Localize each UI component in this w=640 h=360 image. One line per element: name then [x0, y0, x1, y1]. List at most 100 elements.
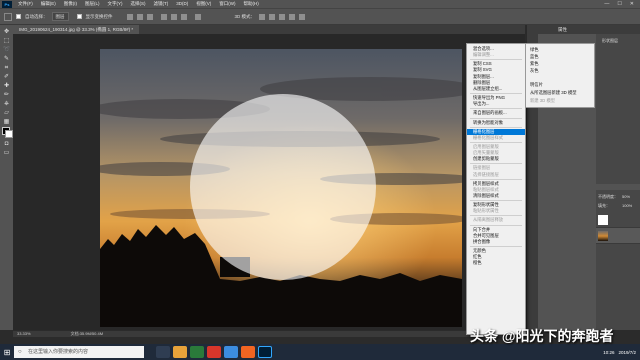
illustrator-icon[interactable]	[241, 346, 255, 358]
submenu-item[interactable]: 从所选图层新建 3D 模型	[530, 90, 577, 96]
netease-music-icon[interactable]	[207, 346, 221, 358]
crop-tool-icon[interactable]: ⌗	[3, 65, 10, 72]
options-bar: 自动选择： 图层 显示变换控件 3D 模式：	[0, 8, 640, 25]
search-icon: ○	[18, 349, 22, 355]
menu-item-6[interactable]: 滤镜(T)	[150, 1, 173, 7]
show-transform-label: 显示变换控件	[85, 13, 113, 19]
document-tab[interactable]: IMG_20190624_190314.jpg @ 33.3% (椭圆 1, R…	[13, 25, 140, 34]
watermark-text: 头条 @阳光下的奔跑者	[470, 328, 614, 344]
ellipse-shape-layer[interactable]	[190, 94, 376, 280]
auto-select-checkbox[interactable]	[16, 14, 21, 19]
tools-panel: ✥ ⬚ ➰ ✎ ⌗ ✐ ✚ ✏ ⎈ ▱ ▦ ◘ ▭	[0, 25, 14, 330]
windows-start-icon[interactable]: ⊞	[0, 344, 14, 360]
menu-item-9[interactable]: 窗口(W)	[215, 1, 239, 7]
maximize-button[interactable]: ☐	[617, 1, 621, 7]
3d-slide-icon[interactable]	[289, 13, 296, 20]
properties-panel-header: 属性	[538, 25, 640, 34]
align-top-icon[interactable]	[160, 13, 167, 20]
layer-row-photo[interactable]	[596, 228, 640, 244]
tray-time: 10:26	[603, 349, 615, 355]
align-right-icon[interactable]	[146, 13, 153, 20]
layer-context-menu: 混合选项... 编辑调整... 复制 CSS 复制 SVG 复制图层... 删除图层 从图层…	[466, 43, 526, 335]
fill-value[interactable]: 100%	[622, 203, 632, 208]
lasso-tool-icon[interactable]: ➰	[3, 47, 10, 54]
background-color-swatch[interactable]	[5, 130, 13, 138]
context-menu-item[interactable]: 导出为...	[467, 101, 525, 107]
context-menu-item: 栅格化图层样式	[473, 134, 504, 140]
menu-item-8[interactable]: 视图(V)	[192, 1, 215, 7]
context-menu-item: 选择链接图层	[473, 171, 499, 177]
menu-separator	[470, 200, 522, 202]
context-menu-item[interactable]: 转换为智能对象	[467, 120, 525, 126]
show-transform-checkbox[interactable]	[76, 14, 82, 19]
3d-roll-icon[interactable]	[269, 13, 276, 20]
context-menu-item[interactable]: 拼合图像	[467, 239, 525, 245]
context-menu-item[interactable]: 橙色	[467, 260, 525, 266]
context-menu-item[interactable]: 复制图层...	[467, 74, 525, 80]
document-tab-bar: IMG_20190624_190314.jpg @ 33.3% (椭圆 1, R…	[13, 25, 525, 34]
3d-orbit-icon[interactable]	[259, 13, 266, 20]
eyedropper-tool-icon[interactable]: ✐	[3, 74, 10, 81]
minimize-button[interactable]: —	[604, 1, 609, 7]
layers-panel: 不透明度： 50% 填充： 100%	[596, 190, 640, 330]
context-menu-item[interactable]: 从图层建立组...	[467, 86, 525, 92]
submenu-item: 新建 3D 模型	[530, 98, 556, 103]
layer-row-ellipse[interactable]	[596, 212, 640, 228]
quick-mask-icon[interactable]: ◘	[3, 141, 10, 148]
properties-panel-body: 形状图层	[596, 34, 640, 184]
distribute-icon[interactable]	[194, 13, 201, 20]
context-menu-item[interactable]: 拷贝图层样式	[467, 181, 525, 187]
align-left-icon[interactable]	[126, 13, 133, 20]
marquee-tool-icon[interactable]: ⬚	[3, 38, 10, 45]
browser-icon[interactable]	[224, 346, 238, 358]
submenu-item[interactable]: 紫色	[530, 61, 539, 67]
align-bottom-icon[interactable]	[180, 13, 187, 20]
align-center-icon[interactable]	[136, 13, 143, 20]
context-menu-item[interactable]: 合并可见图层	[467, 233, 525, 239]
photoshop-taskbar-icon[interactable]	[258, 346, 272, 358]
menu-item-7[interactable]: 3D(D)	[172, 1, 192, 7]
submenu-item[interactable]: 灰色	[530, 68, 539, 74]
move-tool-icon[interactable]	[4, 12, 12, 21]
quick-select-tool-icon[interactable]: ✎	[3, 56, 10, 63]
eraser-tool-icon[interactable]: ▱	[3, 110, 10, 117]
submenu-item[interactable]: 蓝色	[530, 54, 539, 60]
shape-layer-label: 形状图层	[602, 38, 618, 43]
menu-item-5[interactable]: 选择(S)	[127, 1, 150, 7]
move-tool-icon[interactable]: ✥	[3, 29, 10, 36]
menu-item-10[interactable]: 帮助(H)	[240, 1, 263, 7]
menu-item-2[interactable]: 图像(I)	[60, 1, 81, 7]
context-menu-item[interactable]: 创建剪贴蒙版	[467, 156, 525, 162]
context-menu-item[interactable]: 清除图层样式	[467, 193, 525, 199]
auto-select-dropdown[interactable]: 图层	[51, 12, 69, 21]
tray-date: 2019/7/2	[618, 349, 636, 355]
3d-mode-label: 3D 模式：	[234, 13, 256, 19]
healing-brush-icon[interactable]: ✚	[3, 83, 10, 90]
context-menu-item[interactable]: 向下合并	[467, 227, 525, 233]
screen-mode-icon[interactable]: ▭	[3, 150, 10, 157]
opacity-value[interactable]: 50%	[622, 194, 630, 199]
menu-item-3[interactable]: 图层(L)	[81, 1, 104, 7]
align-middle-icon[interactable]	[170, 13, 177, 20]
brush-tool-icon[interactable]: ✏	[3, 92, 10, 99]
3d-scale-icon[interactable]	[299, 13, 306, 20]
file-explorer-icon[interactable]	[173, 346, 187, 358]
clone-stamp-icon[interactable]: ⎈	[3, 101, 10, 108]
submenu-item[interactable]: 绿色	[530, 47, 539, 53]
menu-item-0[interactable]: 文件(F)	[14, 1, 37, 7]
context-menu-item[interactable]: 删除图层	[467, 80, 525, 86]
gradient-tool-icon[interactable]: ▦	[3, 119, 10, 126]
zoom-readout[interactable]: 33.33%	[17, 331, 31, 337]
menu-item-4[interactable]: 文字(Y)	[104, 1, 127, 7]
submenu-item[interactable]: 明信片	[530, 82, 543, 88]
task-view-icon[interactable]	[156, 346, 170, 358]
wechat-icon[interactable]	[190, 346, 204, 358]
context-menu-item[interactable]: 栅格化图层	[467, 128, 525, 135]
taskbar-search-box[interactable]: ○ 在这里输入你要搜索的内容	[14, 346, 144, 358]
properties-tab[interactable]: 属性	[558, 27, 567, 32]
context-menu-item[interactable]: 来自图层的画板...	[467, 110, 525, 116]
3d-pan-icon[interactable]	[279, 13, 286, 20]
close-button[interactable]: ✕	[630, 1, 634, 7]
menu-item-1[interactable]: 编辑(E)	[37, 1, 60, 7]
context-menu-item[interactable]: 复制 SVG	[467, 67, 525, 73]
